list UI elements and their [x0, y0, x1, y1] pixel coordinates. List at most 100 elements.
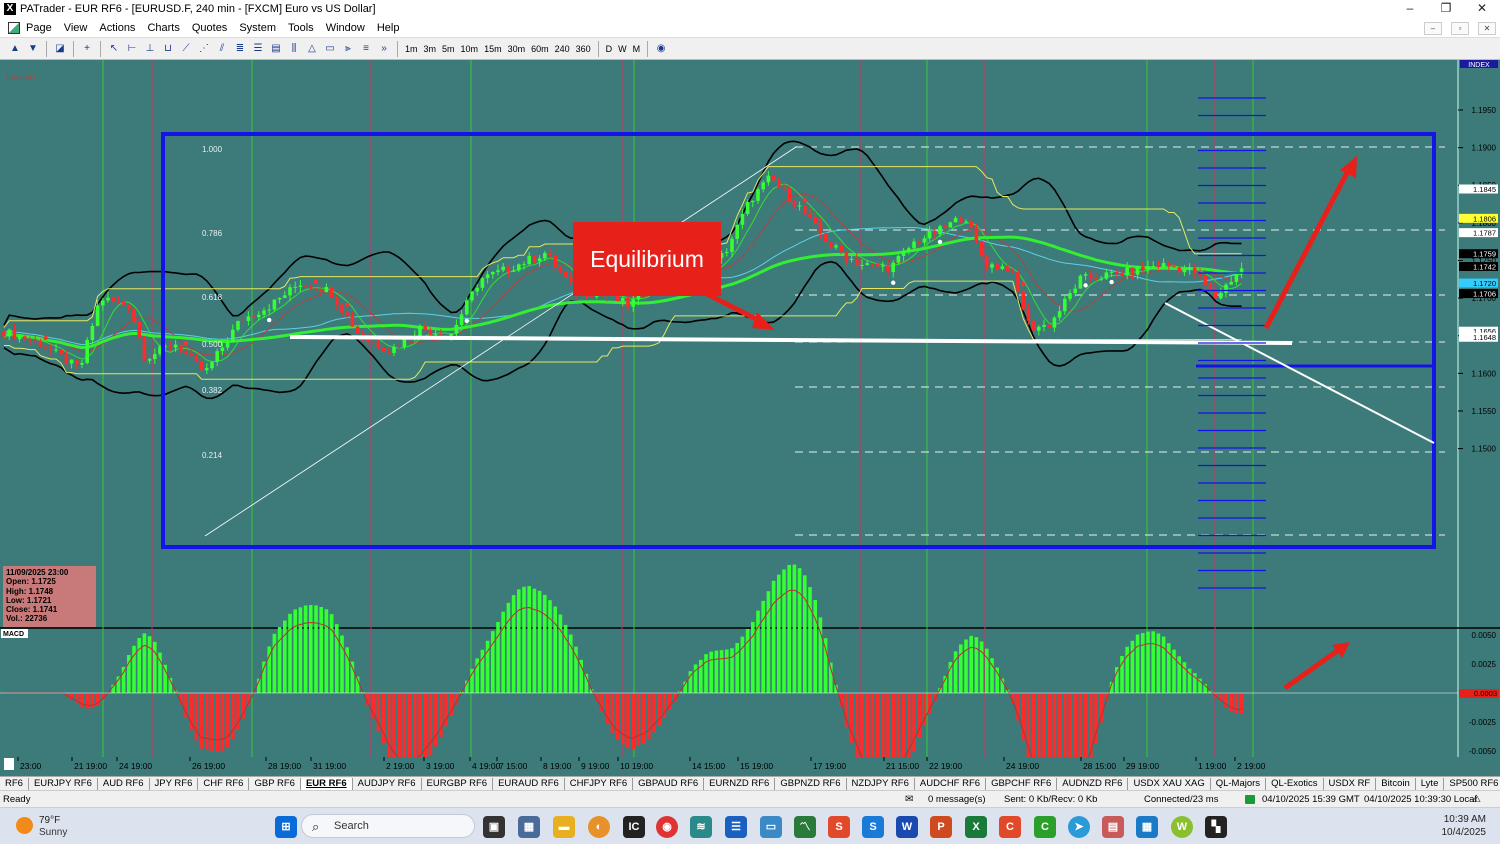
- tab-audjpy-rf6[interactable]: AUDJPY RF6: [353, 777, 422, 790]
- menu-system[interactable]: System: [233, 22, 282, 34]
- weather-temp[interactable]: 79°F: [39, 815, 60, 826]
- app-toolbox-icon[interactable]: ▤: [1102, 816, 1124, 838]
- pitchfork-icon[interactable]: ⫸: [340, 41, 356, 57]
- tab-usdx-xau-xag[interactable]: USDX XAU XAG: [1128, 777, 1211, 790]
- store-icon[interactable]: ▦: [1136, 816, 1158, 838]
- chart-area[interactable]: INDEX 1.000 0.786 0.618 0.500 0.382 0.21…: [0, 60, 1500, 776]
- tab-eurgbp-rf6[interactable]: EURGBP RF6: [422, 777, 494, 790]
- tab-usdx-rf[interactable]: USDX RF: [1324, 777, 1377, 790]
- minimize-button[interactable]: –: [1392, 0, 1428, 18]
- app-w-green-icon[interactable]: W: [1171, 816, 1193, 838]
- tf-d[interactable]: D: [603, 44, 616, 54]
- search-box[interactable]: ⌕ Search: [301, 814, 475, 838]
- record-icon[interactable]: ◉: [653, 41, 669, 57]
- trendline-icon[interactable]: ⟋: [178, 41, 194, 57]
- tf-30m[interactable]: 30m: [505, 44, 529, 54]
- tf-240[interactable]: 240: [552, 44, 573, 54]
- cursor-icon[interactable]: ↖: [106, 41, 122, 57]
- tab-audchf-rf6[interactable]: AUDCHF RF6: [915, 777, 987, 790]
- status-messages[interactable]: 0 message(s): [928, 794, 986, 805]
- sun-icon[interactable]: [16, 817, 33, 834]
- close-button[interactable]: ✕: [1464, 0, 1500, 18]
- word-icon[interactable]: W: [896, 816, 918, 838]
- notes-icon[interactable]: ☰: [725, 816, 747, 838]
- resize-grip-icon[interactable]: ⚠: [1472, 794, 1481, 805]
- file-explorer-icon[interactable]: ▬: [553, 816, 575, 838]
- telegram-icon[interactable]: ➤: [1068, 816, 1090, 838]
- tab-eur-rf6[interactable]: EUR RF6: [300, 777, 353, 790]
- menu-page[interactable]: Page: [20, 22, 58, 34]
- fib-extension-icon[interactable]: ☰: [250, 41, 266, 57]
- tab-eurnzd-rf6[interactable]: EURNZD RF6: [704, 777, 776, 790]
- menu-help[interactable]: Help: [371, 22, 406, 34]
- triangle-icon[interactable]: △: [304, 41, 320, 57]
- fan-icon[interactable]: ⋰: [196, 41, 212, 57]
- page-icon[interactable]: [8, 21, 20, 34]
- price-chart-svg[interactable]: INDEX 1.0000.7860.6180.5000.3820.214 1.1…: [0, 60, 1500, 776]
- mdi-minimize-button[interactable]: –: [1424, 22, 1442, 35]
- tab-rf6[interactable]: RF6: [0, 777, 29, 790]
- hline-icon[interactable]: ⊢: [124, 41, 140, 57]
- weather-condition[interactable]: Sunny: [39, 827, 67, 838]
- chrome-icon[interactable]: ◉: [656, 816, 678, 838]
- tf-3m[interactable]: 3m: [421, 44, 440, 54]
- app-s-red-icon[interactable]: S: [828, 816, 850, 838]
- menu-actions[interactable]: Actions: [93, 22, 141, 34]
- task-view-icon[interactable]: ▣: [483, 816, 505, 838]
- tab-lyte[interactable]: Lyte: [1416, 777, 1445, 790]
- terminal-icon[interactable]: IC: [623, 816, 645, 838]
- excel-icon[interactable]: X: [965, 816, 987, 838]
- channel-icon[interactable]: ⊔: [160, 41, 176, 57]
- app-orange-icon[interactable]: ◐: [588, 816, 610, 838]
- gann-icon[interactable]: ▤: [268, 41, 284, 57]
- zoom-in-icon[interactable]: ▲: [7, 41, 23, 57]
- tab-gbpchf-rf6[interactable]: GBPCHF RF6: [986, 777, 1058, 790]
- tf-10m[interactable]: 10m: [458, 44, 482, 54]
- menu-quotes[interactable]: Quotes: [186, 22, 233, 34]
- vline-icon[interactable]: ⊥: [142, 41, 158, 57]
- text-tool-icon[interactable]: ≡: [358, 41, 374, 57]
- fib-retracement-icon[interactable]: ≣: [232, 41, 248, 57]
- mdi-close-button[interactable]: ✕: [1478, 22, 1496, 35]
- powerpoint-icon[interactable]: P: [930, 816, 952, 838]
- cycle-icon[interactable]: ⫼: [286, 41, 302, 57]
- menu-charts[interactable]: Charts: [141, 22, 185, 34]
- picture-icon[interactable]: ▭: [760, 816, 782, 838]
- tab-ql-majors[interactable]: QL-Majors: [1211, 777, 1267, 790]
- tab-ql-exotics[interactable]: QL-Exotics: [1266, 777, 1324, 790]
- tab-aud-rf6[interactable]: AUD RF6: [98, 777, 150, 790]
- system-clock[interactable]: 10:39 AM 10/4/2025: [1442, 813, 1487, 839]
- tf-w[interactable]: W: [615, 44, 630, 54]
- zoom-out-icon[interactable]: ▼: [25, 41, 41, 57]
- tab-nzdjpy-rf6[interactable]: NZDJPY RF6: [847, 777, 915, 790]
- tab-jpy-rf6[interactable]: JPY RF6: [150, 777, 199, 790]
- chart-type-icon[interactable]: ◪: [52, 41, 68, 57]
- more-tools-icon[interactable]: »: [376, 41, 392, 57]
- maximize-button[interactable]: ❐: [1428, 0, 1464, 18]
- app-c-green-icon[interactable]: C: [1034, 816, 1056, 838]
- tab-gbpnzd-rf6[interactable]: GBPNZD RF6: [775, 777, 847, 790]
- tf-60m[interactable]: 60m: [528, 44, 552, 54]
- app-chart-dark-icon[interactable]: ▚: [1205, 816, 1227, 838]
- mdi-restore-button[interactable]: ▫: [1451, 22, 1469, 35]
- fib-fan-icon[interactable]: ⫽: [214, 41, 230, 57]
- chart-app-icon[interactable]: 〽: [794, 816, 816, 838]
- tab-euraud-rf6[interactable]: EURAUD RF6: [493, 777, 565, 790]
- menu-window[interactable]: Window: [320, 22, 371, 34]
- mail-icon[interactable]: ✉: [905, 794, 913, 805]
- tf-1m[interactable]: 1m: [402, 44, 421, 54]
- calculator-icon[interactable]: ▦: [518, 816, 540, 838]
- menu-view[interactable]: View: [58, 22, 94, 34]
- app-c-red-icon[interactable]: C: [999, 816, 1021, 838]
- tab-chf-rf6[interactable]: CHF RF6: [198, 777, 250, 790]
- tab-eurjpy-rf6[interactable]: EURJPY RF6: [29, 777, 98, 790]
- tf-5m[interactable]: 5m: [439, 44, 458, 54]
- tab-audnzd-rf6[interactable]: AUDNZD RF6: [1057, 777, 1129, 790]
- crosshair-icon[interactable]: +: [79, 41, 95, 57]
- tab-bitcoin[interactable]: Bitcoin: [1376, 777, 1416, 790]
- patrader-icon[interactable]: ≋: [690, 816, 712, 838]
- tab-sp500-rf6[interactable]: SP500 RF6: [1444, 778, 1500, 790]
- tab-gbpaud-rf6[interactable]: GBPAUD RF6: [633, 777, 705, 790]
- menu-tools[interactable]: Tools: [282, 22, 320, 34]
- rectangle-icon[interactable]: ▭: [322, 41, 338, 57]
